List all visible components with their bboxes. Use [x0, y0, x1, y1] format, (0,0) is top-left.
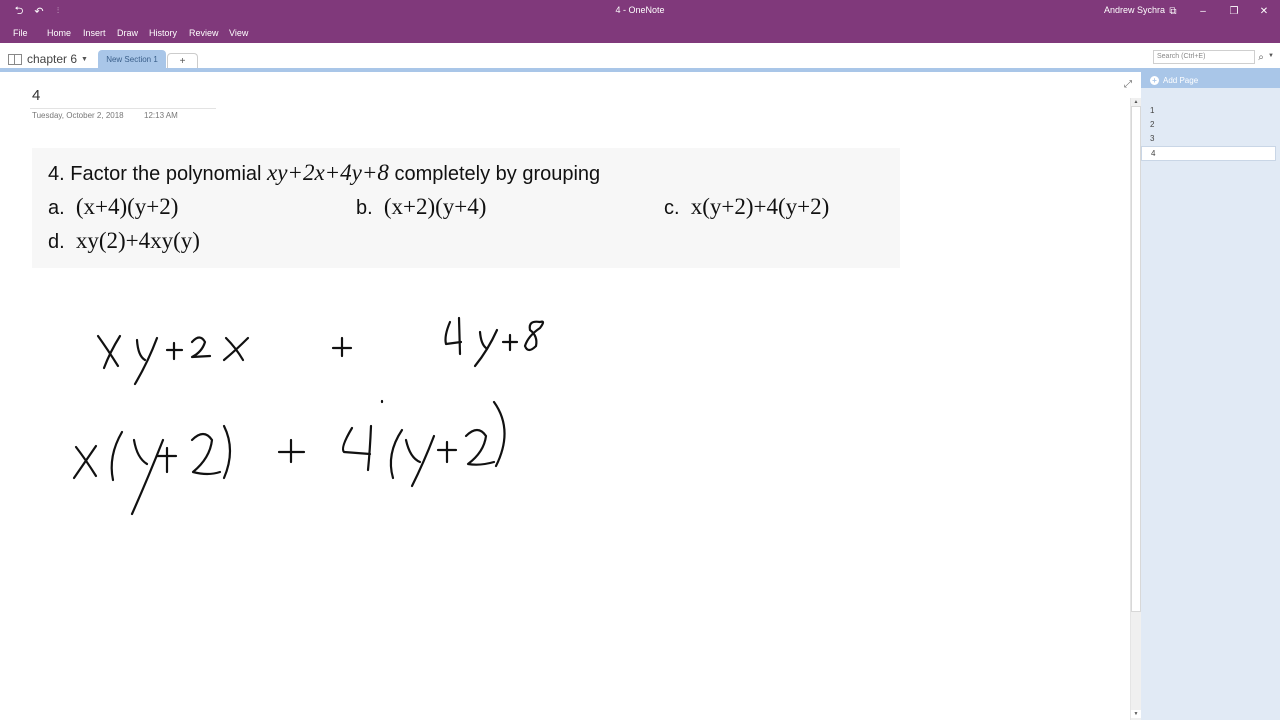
tab-history[interactable]: History: [149, 28, 177, 38]
choice-answer: (x+2)(y+4): [383, 194, 487, 219]
problem-image[interactable]: 4. Factor the polynomial xy+2x+4y+8 comp…: [32, 148, 900, 268]
section-tab-new-section-1[interactable]: New Section 1: [98, 50, 166, 69]
scroll-up-icon[interactable]: ▲: [1131, 98, 1141, 106]
page-time: 12:13 AM: [144, 111, 178, 120]
close-icon[interactable]: ✕: [1254, 3, 1274, 19]
choice-answer: xy(2)+4xy(y): [75, 228, 200, 253]
problem-prompt: 4. Factor the polynomial xy+2x+4y+8 comp…: [48, 160, 600, 186]
tab-home[interactable]: Home: [47, 28, 71, 38]
window-title: 4 - OneNote: [615, 5, 665, 15]
page-list-item[interactable]: 3: [1141, 131, 1276, 146]
choice-letter: d.: [48, 231, 65, 253]
tab-insert[interactable]: Insert: [83, 28, 106, 38]
notebook-name: chapter 6: [27, 52, 78, 66]
tab-draw[interactable]: Draw: [117, 28, 138, 38]
restore-icon[interactable]: ❐: [1224, 3, 1244, 19]
choice-b: b. (x+2)(y+4): [356, 194, 486, 220]
polynomial-expression: xy+2x+4y+8: [267, 160, 389, 185]
choice-c: c. x(y+2)+4(y+2): [664, 194, 829, 220]
pages-panel: [1141, 72, 1280, 720]
ribbon-tabs: File Home Insert Draw History Review Vie…: [0, 22, 1280, 43]
tab-file[interactable]: File: [13, 28, 28, 38]
page-list-item[interactable]: 1: [1141, 103, 1276, 118]
prompt-prefix: Factor the polynomial: [70, 163, 262, 185]
title-divider: [30, 108, 216, 109]
choice-answer: x(y+2)+4(y+2): [690, 194, 830, 219]
choice-letter: b.: [356, 197, 373, 219]
choice-answer: (x+4)(y+2): [75, 194, 179, 219]
add-section-button[interactable]: +: [167, 53, 198, 69]
search-scope-chevron-icon[interactable]: ▼: [1268, 53, 1274, 59]
prompt-suffix: completely by grouping: [394, 163, 601, 185]
scroll-down-icon[interactable]: ▼: [1131, 710, 1141, 718]
page-list-item[interactable]: 2: [1141, 117, 1276, 132]
notebook-icon: [8, 53, 22, 65]
full-page-view-icon[interactable]: ⤢: [1124, 79, 1132, 90]
choice-letter: a.: [48, 197, 65, 219]
page-list-item-active[interactable]: 4: [1141, 146, 1276, 161]
scroll-thumb[interactable]: [1131, 106, 1141, 612]
problem-number: 4.: [48, 163, 65, 185]
minimize-icon[interactable]: –: [1193, 3, 1213, 19]
choice-d: d. xy(2)+4xy(y): [48, 228, 200, 254]
add-page-label: Add Page: [1163, 75, 1199, 85]
choice-a: a. (x+4)(y+2): [48, 194, 178, 220]
page-scrollbar[interactable]: ▲ ▼: [1130, 98, 1141, 720]
search-input[interactable]: Search (Ctrl+E): [1153, 50, 1255, 64]
chevron-down-icon: ▼: [81, 55, 88, 63]
tab-review[interactable]: Review: [189, 28, 219, 38]
ribbon-display-options-icon[interactable]: ⧉: [1163, 3, 1183, 19]
search-icon[interactable]: ⌕: [1256, 50, 1266, 64]
title-bar: ⮌ ↶ ⫶ 4 - OneNote Andrew Sychra ⧉ – ❐ ✕: [0, 0, 1280, 22]
page-date: Tuesday, October 2, 2018: [32, 111, 124, 120]
user-name[interactable]: Andrew Sychra: [1104, 5, 1165, 15]
choice-letter: c.: [664, 197, 680, 219]
add-circle-icon: +: [1150, 75, 1159, 85]
add-page-button[interactable]: + Add Page: [1141, 72, 1280, 88]
notebook-picker[interactable]: chapter 6 ▼: [8, 52, 88, 66]
page-title[interactable]: 4: [32, 87, 40, 104]
tab-view[interactable]: View: [229, 28, 248, 38]
